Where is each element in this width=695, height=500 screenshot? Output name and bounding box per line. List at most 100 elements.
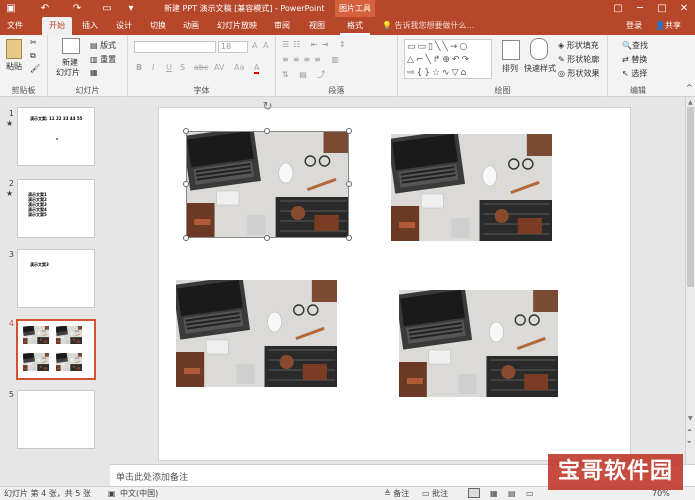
picture-2[interactable]: [391, 134, 552, 241]
font-name-dropdown[interactable]: [134, 41, 216, 53]
tab-format[interactable]: 格式: [340, 17, 370, 35]
scroll-thumb[interactable]: [687, 107, 694, 287]
collapse-ribbon-icon[interactable]: ^: [686, 83, 693, 92]
cut-icon[interactable]: ✂: [30, 38, 37, 47]
bold-button[interactable]: B: [136, 63, 142, 72]
slideshow-view-icon[interactable]: ▭: [526, 487, 534, 500]
tell-me-box[interactable]: 💡 告诉我您想要做什么...: [382, 17, 502, 35]
slide-thumbnail-2[interactable]: 演示文案1 演示文案2 演示文案3 演示文案4 演示文案5: [17, 179, 95, 238]
tab-review[interactable]: 审阅: [270, 17, 294, 35]
layout-button[interactable]: ▤ 版式: [90, 40, 116, 51]
resize-handle[interactable]: [264, 235, 270, 241]
tab-file[interactable]: 文件: [2, 17, 28, 35]
tab-transitions[interactable]: 切换: [146, 17, 170, 35]
quick-styles-button[interactable]: 快速样式: [524, 63, 556, 74]
grow-font-icon[interactable]: A: [252, 41, 257, 50]
replace-button[interactable]: ⇄ 替换: [622, 54, 647, 65]
reset-button[interactable]: ▥ 重置: [90, 54, 116, 65]
minimize-icon[interactable]: ─: [629, 0, 651, 17]
slide-thumbnail-4[interactable]: [16, 319, 96, 380]
slide-thumbnail-1[interactable]: 演示文案: 11 22 33 44 55: [17, 107, 95, 166]
shrink-font-icon[interactable]: A: [263, 41, 268, 50]
char-spacing-button[interactable]: AV: [214, 63, 224, 72]
group-label-clipboard: 剪贴板: [11, 86, 36, 95]
vertical-scrollbar[interactable]: ▲ ▼ ⏶ ⏷: [685, 97, 695, 464]
slide-sorter-icon[interactable]: ▦: [490, 487, 498, 500]
resize-handle[interactable]: [346, 181, 352, 187]
tab-slideshow[interactable]: 幻灯片放映: [213, 17, 261, 35]
align-icons[interactable]: ≡≡≡≡ ▥: [282, 55, 343, 64]
quick-styles-icon[interactable]: [530, 38, 548, 60]
paste-icon[interactable]: [6, 39, 22, 59]
resize-handle[interactable]: [346, 235, 352, 241]
pen-icon: ✎: [558, 55, 568, 64]
slide-thumbnail-3[interactable]: 演示文案3: [17, 249, 95, 308]
comment-icon: ▭: [422, 489, 433, 498]
tab-animations[interactable]: 动画: [179, 17, 203, 35]
strikethrough-button[interactable]: abc: [194, 63, 208, 72]
tab-design[interactable]: 设计: [112, 17, 136, 35]
bullets-icon[interactable]: ☰☷ ⇤⇥ ↕: [282, 40, 350, 49]
rotate-handle-icon[interactable]: ↻: [261, 100, 274, 113]
next-slide-icon[interactable]: ⏷: [687, 439, 692, 447]
ribbon-display-icon[interactable]: ▢: [607, 0, 629, 17]
select-button[interactable]: ↖ 选择: [622, 68, 647, 79]
section-button[interactable]: ▦: [90, 68, 98, 77]
resize-handle[interactable]: [183, 235, 189, 241]
resize-handle[interactable]: [264, 128, 270, 134]
picture-1[interactable]: [186, 131, 349, 238]
scroll-up-icon[interactable]: ▲: [688, 99, 693, 106]
text-direction-icon[interactable]: ⇅ ▤ ⤴: [282, 69, 329, 80]
font-color-button[interactable]: A: [254, 63, 260, 74]
font-size-dropdown[interactable]: 18: [218, 41, 248, 53]
thumbnail-dot: [56, 138, 58, 140]
thumbnail-text: 演示文案3: [30, 262, 49, 267]
shapes-gallery[interactable]: ▭▭▯╲╲→○ △⌐╲↱⊕↶↷ ⇨{}☆∿▽⌂: [404, 39, 492, 79]
group-label-slides: 幻灯片: [75, 86, 100, 95]
shape-effects-button[interactable]: ◎ 形状效果: [558, 68, 600, 79]
notes-toggle[interactable]: ≜ 备注: [384, 487, 409, 500]
tab-view[interactable]: 视图: [305, 17, 329, 35]
replace-icon: ⇄: [622, 55, 632, 64]
customize-icon[interactable]: ▾: [124, 2, 138, 15]
tab-home[interactable]: 开始: [42, 17, 72, 35]
underline-button[interactable]: U: [166, 63, 172, 72]
picture-3[interactable]: [176, 280, 337, 387]
close-icon[interactable]: ✕: [673, 0, 695, 17]
spell-check-icon[interactable]: ▣: [108, 487, 116, 500]
paste-button[interactable]: 粘贴: [6, 61, 22, 72]
resize-handle[interactable]: [183, 128, 189, 134]
login-link[interactable]: 登录: [626, 17, 642, 35]
find-button[interactable]: 🔍查找: [622, 40, 648, 51]
format-painter-icon[interactable]: 🖌: [30, 64, 40, 73]
new-slide-button-line2[interactable]: 幻灯片: [56, 67, 80, 78]
shape-outline-button[interactable]: ✎ 形状轮廓: [558, 54, 599, 65]
scroll-down-icon[interactable]: ▼: [688, 415, 693, 422]
tab-insert[interactable]: 插入: [78, 17, 102, 35]
cursor-icon: ↖: [622, 69, 632, 78]
picture-4[interactable]: [399, 290, 558, 397]
comments-toggle[interactable]: ▭ 批注: [422, 487, 448, 500]
new-slide-icon[interactable]: [62, 38, 80, 54]
normal-view-icon[interactable]: [468, 488, 480, 498]
copy-icon[interactable]: ⧉: [30, 51, 36, 61]
arrange-button[interactable]: 排列: [502, 63, 518, 74]
resize-handle[interactable]: [183, 181, 189, 187]
arrange-icon[interactable]: [502, 40, 520, 60]
redo-icon[interactable]: ↷: [70, 2, 84, 15]
share-button[interactable]: 👤共享: [655, 17, 681, 35]
lightbulb-icon: 💡: [382, 21, 395, 30]
undo-icon[interactable]: ↶: [38, 2, 52, 15]
resize-handle[interactable]: [346, 128, 352, 134]
shape-fill-button[interactable]: ◈ 形状填充: [558, 40, 599, 51]
prev-slide-icon[interactable]: ⏶: [687, 427, 692, 435]
slide-thumbnail-5[interactable]: [17, 390, 95, 449]
italic-button[interactable]: I: [152, 63, 154, 72]
maximize-icon[interactable]: □: [651, 0, 673, 17]
change-case-button[interactable]: Aa: [234, 63, 244, 72]
reading-view-icon[interactable]: ▤: [508, 487, 516, 500]
language-indicator[interactable]: 中文(中国): [120, 487, 158, 500]
shadow-button[interactable]: S: [180, 63, 185, 72]
save-icon[interactable]: ▣: [4, 2, 18, 15]
slideshow-icon[interactable]: ▭: [100, 2, 114, 15]
